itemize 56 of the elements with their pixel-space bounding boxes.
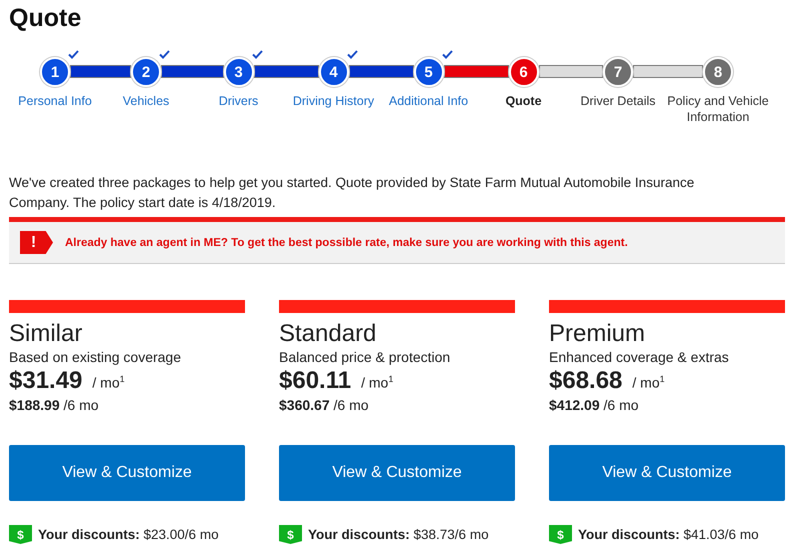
per-month-label: / mo$^{1}$ [361,374,394,391]
discounts-text: Your discounts: $23.00/6 mo [38,527,219,542]
alert-icon: ! [20,231,53,254]
step-circle: 3 [224,57,254,87]
package-tagline: Enhanced coverage & extras [549,348,730,366]
six-month-price: $360.67 /6 mo [279,396,370,414]
discount-icon: $ [549,525,572,544]
monthly-price: $68.68 [549,366,622,396]
step-label[interactable]: Personal Info [18,93,92,109]
step-label: Quote [505,93,542,109]
step-circle: 2 [131,57,161,87]
view-customize-button[interactable]: View & Customize [9,445,245,501]
progress-connector [161,65,224,78]
progress-connector [538,65,603,78]
package-name: Premium [549,320,646,348]
progress-connector [254,65,318,78]
discounts-text: Your discounts: $41.03/6 mo [578,527,759,542]
step-label: Policy and Vehicle Information [666,93,770,125]
discount-icon: $ [9,525,32,544]
view-customize-button[interactable]: View & Customize [549,445,785,501]
step-label[interactable]: Vehicles [122,93,170,109]
package-name: Standard [279,320,378,348]
package-name: Similar [9,320,84,348]
check-icon [252,50,262,59]
step-label[interactable]: Drivers [218,93,258,109]
monthly-price: $60.11 [279,366,352,396]
check-icon [442,50,452,59]
check-icon [68,50,79,59]
step-label: Driver Details [580,93,656,109]
step-label[interactable]: Additional Info [388,93,468,109]
check-icon [346,50,358,59]
step-circle: 6 [508,57,538,87]
step-circle: 7 [603,57,633,87]
step-circle: 8 [703,57,733,87]
progress-connector [70,65,131,78]
intro-text: We've created three packages to help get you started. Quote provided by State Farm Mutual Automobile Insurance Company. The policy start date is 4/18/2019. [9,174,696,212]
per-month-label: / mo$^{1}$ [632,374,665,391]
step-circle: 4 [318,57,348,87]
package-tagline: Based on existing coverage [9,348,182,366]
discount-icon: $ [279,525,302,544]
step-label[interactable]: Driving History [292,93,374,109]
discounts-text: Your discounts: $38.73/6 mo [308,527,489,542]
step-circle: 1 [40,57,70,87]
six-month-price: $412.09 /6 mo [549,396,640,414]
step-circle: 5 [414,57,444,87]
monthly-price: $31.49 [9,366,82,396]
package-tagline: Balanced price & protection [279,348,452,366]
check-icon [159,50,170,59]
progress-connector [444,65,508,78]
view-customize-button[interactable]: View & Customize [279,445,515,501]
six-month-price: $188.99 /6 mo [9,396,100,414]
alert-message: Already have an agent in ME? To get the best possible rate, make sure you are working with this agent. [65,236,628,248]
progress-connector [348,65,414,78]
page-title: Quote [9,4,82,33]
progress-connector [633,65,703,78]
per-month-label: / mo$^{1}$ [92,374,125,391]
